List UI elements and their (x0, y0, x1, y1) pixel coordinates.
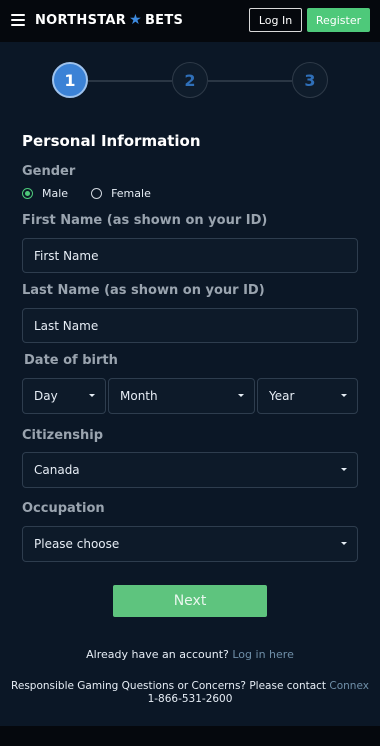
citizenship-label: Citizenship (22, 428, 104, 443)
step-3: 3 (292, 62, 328, 98)
occupation-select[interactable]: Please choose (22, 526, 358, 562)
gender-label: Gender (22, 164, 76, 179)
already-account-label: Already have an account? (86, 648, 229, 661)
chevron-down-icon (341, 542, 347, 545)
step-2: 2 (172, 62, 208, 98)
top-header: NORTHSTAR ★ BETS Log In Register (0, 0, 380, 42)
occupation-value: Please choose (34, 537, 120, 551)
star-icon: ★ (129, 12, 142, 28)
gender-female-radio[interactable] (91, 188, 103, 199)
section-title: Personal Information (22, 132, 201, 150)
login-button[interactable]: Log In (249, 8, 302, 32)
chevron-down-icon (341, 394, 347, 397)
first-name-field[interactable]: First Name (22, 238, 358, 273)
last-name-label: Last Name (as shown on your ID) (22, 283, 265, 298)
gender-male-radio[interactable] (22, 188, 33, 199)
hamburger-menu-icon[interactable] (11, 14, 25, 26)
progress-stepper: 1 2 3 (0, 62, 380, 102)
dob-day-value: Day (34, 389, 58, 403)
citizenship-value: Canada (34, 463, 80, 477)
first-name-placeholder: First Name (34, 248, 99, 263)
gender-radio-group: Male Female (22, 187, 151, 200)
chevron-down-icon (341, 468, 347, 471)
dob-month-select[interactable]: Month (108, 378, 255, 414)
footer-message: Responsible Gaming Questions or Concerns… (11, 680, 327, 692)
connex-link[interactable]: Connex (329, 680, 369, 692)
brand-logo[interactable]: NORTHSTAR ★ BETS (35, 12, 183, 28)
register-button[interactable]: Register (307, 8, 370, 32)
step-connector (88, 80, 172, 82)
first-name-label: First Name (as shown on your ID) (22, 213, 268, 228)
gender-female-label[interactable]: Female (111, 187, 151, 200)
bottom-bar (0, 726, 380, 746)
gender-male-label[interactable]: Male (42, 187, 68, 200)
chevron-down-icon (89, 394, 95, 397)
chevron-down-icon (238, 394, 244, 397)
dob-month-value: Month (120, 389, 158, 403)
footer-phone: 1-866-531-2600 (147, 693, 233, 705)
dob-year-select[interactable]: Year (257, 378, 358, 414)
last-name-field[interactable]: Last Name (22, 308, 358, 343)
login-here-link[interactable]: Log in here (232, 648, 293, 661)
last-name-placeholder: Last Name (34, 318, 99, 333)
occupation-label: Occupation (22, 501, 105, 516)
already-account-text: Already have an account? Log in here (0, 648, 380, 661)
citizenship-select[interactable]: Canada (22, 452, 358, 488)
next-button[interactable]: Next (113, 585, 267, 617)
step-1: 1 (52, 62, 88, 98)
brand-name-left: NORTHSTAR (35, 12, 127, 28)
dob-year-value: Year (269, 389, 295, 403)
dob-label: Date of birth (24, 353, 118, 368)
brand-name-right: BETS (144, 12, 184, 28)
dob-day-select[interactable]: Day (22, 378, 106, 414)
step-connector (208, 80, 292, 82)
footer-text: Responsible Gaming Questions or Concerns… (8, 680, 372, 706)
